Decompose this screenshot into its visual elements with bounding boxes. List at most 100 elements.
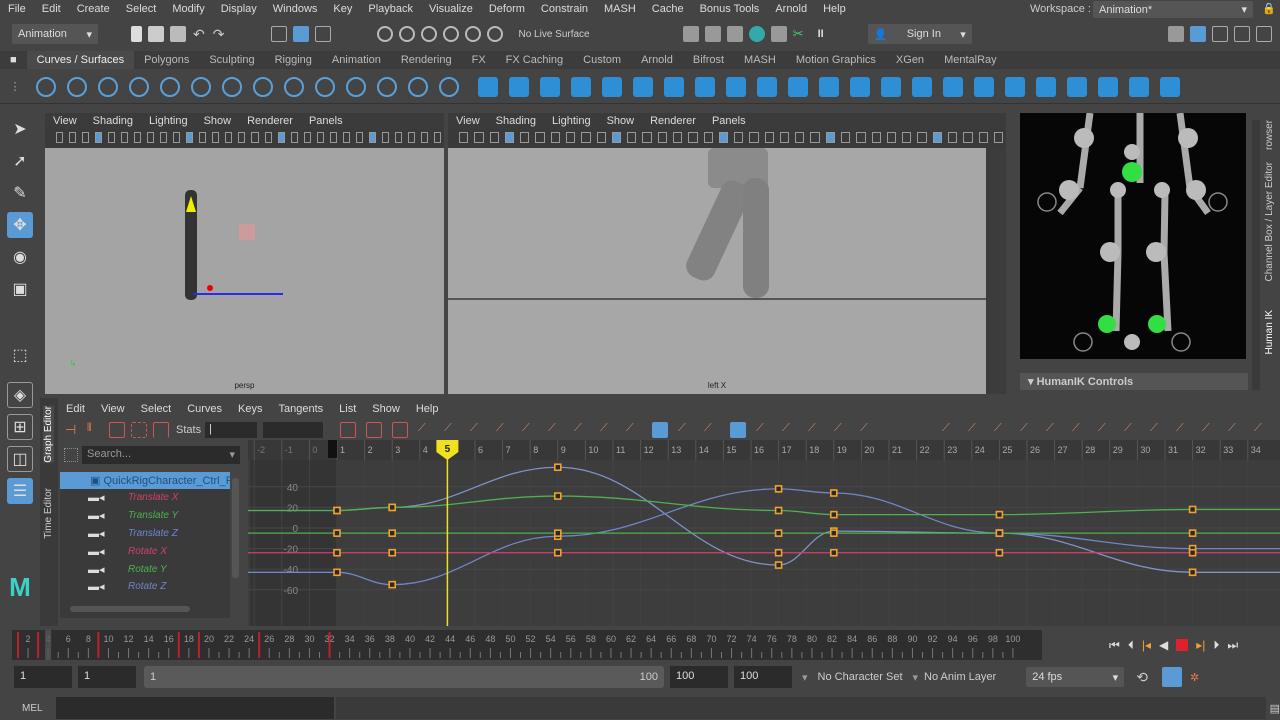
viewport-toolbar-icon[interactable] (95, 132, 103, 143)
shelf-surface-tool-icon[interactable] (1066, 76, 1087, 97)
viewport-toolbar-icon[interactable] (134, 132, 142, 143)
shelf-tab-mentalray[interactable]: MentalRay (934, 51, 1007, 69)
single-perspective-layout-icon[interactable]: ◈ (7, 382, 33, 408)
move-keys-icon[interactable]: ⊣ (65, 422, 81, 438)
time-slider[interactable]: 2468101214161820222426283032343638404244… (12, 630, 1042, 660)
outliner-channel-row[interactable]: ▬◂ Translate X (60, 489, 230, 507)
stop-button-icon[interactable] (1176, 639, 1189, 651)
shelf-curve-tool-icon[interactable] (128, 76, 149, 97)
keyframe[interactable] (553, 463, 562, 472)
shelf-surface-tool-icon[interactable] (756, 76, 777, 97)
viewport-toolbar-icon[interactable] (565, 132, 576, 143)
shelf-tab-fx[interactable]: FX (462, 51, 496, 69)
viewport-left[interactable]: View Shading Lighting Show Renderer Pane… (448, 113, 1006, 394)
keyframe[interactable] (553, 548, 562, 557)
graph-menu-keys[interactable]: Keys (238, 403, 262, 415)
keyframe[interactable] (829, 548, 838, 557)
character-set-dropdown[interactable]: No Character Set (818, 671, 903, 683)
locator-square[interactable] (239, 224, 255, 240)
curve-tool-icon[interactable]: ⟋ (600, 422, 616, 438)
curve-tool-icon[interactable]: ⟋ (704, 422, 720, 438)
graph-menu-list[interactable]: List (339, 403, 356, 415)
filter-icon[interactable] (64, 448, 78, 462)
snap-live-icon[interactable] (465, 26, 482, 42)
select-tool-icon[interactable]: ➤ (7, 116, 33, 142)
viewport-toolbar-icon[interactable] (459, 132, 469, 143)
curve-tool-icon[interactable] (392, 422, 408, 438)
menu-edit[interactable]: Edit (42, 3, 61, 15)
menu-lighting[interactable]: Lighting (552, 115, 591, 127)
viewport-toolbar-icon[interactable] (147, 132, 155, 143)
shelf-surface-tool-icon[interactable] (1004, 76, 1025, 97)
curve-tool-icon[interactable]: ⟋ (1098, 422, 1114, 438)
undo-icon[interactable]: ↶ (193, 26, 205, 43)
viewport-toolbar-icon[interactable] (504, 132, 515, 143)
shelf-tab-rendering[interactable]: Rendering (391, 51, 462, 69)
character-controls-icon[interactable] (1190, 26, 1206, 42)
snap-curve-icon[interactable] (399, 26, 416, 42)
viewport-toolbar-icon[interactable] (489, 132, 499, 143)
viewport-toolbar-icon[interactable] (520, 132, 530, 143)
shelf-surface-tool-icon[interactable] (539, 76, 560, 97)
menu-renderer[interactable]: Renderer (247, 115, 293, 127)
shelf-curve-tool-icon[interactable] (438, 76, 459, 97)
keyframe[interactable] (388, 503, 396, 512)
outliner-channel-row[interactable]: ▬◂ Rotate Z (60, 578, 230, 596)
viewport-toolbar-icon[interactable] (672, 132, 683, 143)
shelf-curve-tool-icon[interactable] (159, 76, 180, 97)
viewport-toolbar-icon[interactable] (642, 132, 652, 143)
snap-grid-icon[interactable] (377, 26, 394, 42)
scale-keys-icon[interactable]: ⫴ (87, 422, 103, 438)
outliner-channel-row[interactable]: ▬◂ Rotate Y (60, 560, 230, 578)
curve-tool-icon[interactable]: ⟋ (808, 422, 824, 438)
graph-menu-view[interactable]: View (101, 403, 125, 415)
shelf-surface-tool-icon[interactable] (1159, 76, 1180, 97)
shelf-tab-bifrost[interactable]: Bifrost (683, 51, 734, 69)
keyframe[interactable] (388, 529, 396, 537)
viewport-toolbar-icon[interactable] (917, 132, 927, 143)
viewport-toolbar-icon[interactable] (581, 132, 591, 143)
scale-tool-icon[interactable]: ▣ (7, 276, 33, 302)
curve-tool-icon[interactable]: ⟋ (1124, 422, 1140, 438)
shelf-tab-polygons[interactable]: Polygons (134, 51, 199, 69)
render-view-icon[interactable] (770, 26, 787, 42)
channel-box-icon[interactable] (1256, 26, 1272, 42)
playback-end-field[interactable]: 100 (670, 666, 728, 688)
curve-tool-icon[interactable]: ⟋ (782, 422, 798, 438)
menu-show[interactable]: Show (204, 115, 232, 127)
viewport-toolbar-icon[interactable] (69, 132, 77, 143)
keyframe[interactable] (333, 548, 341, 557)
viewport-toolbar-icon[interactable] (550, 132, 560, 143)
keyframe[interactable] (553, 529, 562, 537)
hypershade-icon[interactable] (748, 26, 765, 42)
shelf-surface-tool-icon[interactable] (570, 76, 591, 97)
snap-view-plane-icon[interactable] (443, 26, 460, 42)
viewport-toolbar-icon[interactable] (199, 132, 207, 143)
graph-menu-help[interactable]: Help (416, 403, 439, 415)
step-back-frame-icon[interactable]: ⏴ (1128, 638, 1134, 653)
shelf-surface-tool-icon[interactable] (973, 76, 994, 97)
viewport-toolbar-icon[interactable] (394, 132, 402, 143)
lasso-tool-icon[interactable]: ➚ (7, 148, 33, 174)
shelf-curve-tool-icon[interactable] (66, 76, 87, 97)
viewport-toolbar-icon[interactable] (290, 132, 298, 143)
viewport-toolbar-icon[interactable] (316, 132, 324, 143)
viewport-toolbar-icon[interactable] (160, 132, 168, 143)
viewport-toolbar-icon[interactable] (795, 132, 805, 143)
keyframe[interactable] (1188, 505, 1197, 514)
graph-layout-icon[interactable]: ☰ (7, 478, 33, 504)
humanik-controls-header[interactable]: ▾ HumanIK Controls (1020, 373, 1248, 390)
shelf-surface-tool-icon[interactable] (880, 76, 901, 97)
viewport-toolbar-icon[interactable] (963, 132, 973, 143)
outliner-channel-row[interactable]: ▬◂ Translate Y (60, 507, 230, 525)
attribute-editor-icon[interactable] (1212, 26, 1228, 42)
viewport-toolbar-icon[interactable] (342, 132, 350, 143)
graph-view[interactable]: -2-1012345678910111213141516171819202122… (248, 440, 1280, 626)
tab-channel-box[interactable]: Channel Box / Layer Editor (1264, 162, 1275, 282)
viewport-toolbar-icon[interactable] (381, 132, 389, 143)
sculpt-icon[interactable]: ✂ (793, 26, 809, 42)
play-backwards-icon[interactable]: ◀ (1159, 638, 1168, 652)
menu-mash[interactable]: MASH (604, 3, 636, 15)
curve-tool-icon[interactable]: ⟋ (1046, 422, 1062, 438)
viewport-toolbar-icon[interactable] (703, 132, 713, 143)
